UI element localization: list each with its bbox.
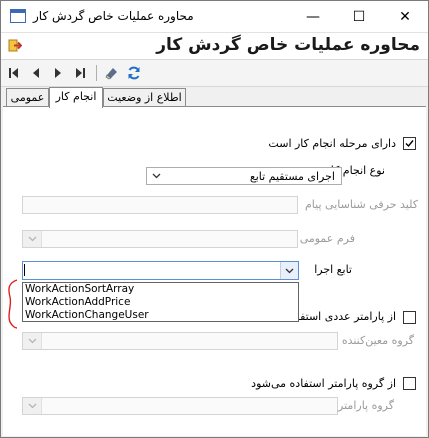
- work-type-value: اجرای مستقیم تابع: [249, 170, 335, 183]
- tab-work-execution[interactable]: انجام کار: [49, 87, 103, 108]
- dropdown-option[interactable]: WorkActionChangeUser: [23, 309, 298, 322]
- param-group-label: گروه پارامتر: [338, 399, 394, 412]
- minimize-icon: —: [306, 8, 320, 25]
- param-group-used-label: از گروه پارامتر استفاده می‌شود: [251, 377, 396, 390]
- chevron-down-icon[interactable]: [23, 398, 42, 414]
- maximize-button[interactable]: ☐: [336, 1, 382, 32]
- header-strip: محاوره عملیات خاص گردش کار: [1, 32, 428, 59]
- text-caret: [24, 264, 25, 276]
- minimize-button[interactable]: —: [290, 1, 336, 32]
- dropdown-option[interactable]: WorkActionAddPrice: [23, 296, 298, 309]
- general-form-label: فرم عمومی: [299, 232, 355, 245]
- param-group-select[interactable]: [22, 397, 338, 415]
- numeric-param-checkbox[interactable]: [403, 311, 416, 324]
- tab-strip: عمومی انجام کار اطلاع از وضعیت: [1, 87, 428, 108]
- chevron-down-icon[interactable]: [147, 168, 165, 184]
- dialog-window: محاوره عملیات خاص گردش کار — ☐ ✕ محاوره …: [0, 0, 429, 438]
- chevron-down-icon[interactable]: [23, 231, 42, 247]
- message-key-label: کلید حرفی شناسایی پیام: [305, 198, 418, 211]
- annotation-bracket: [8, 279, 18, 329]
- next-record-icon[interactable]: [50, 65, 66, 81]
- maximize-icon: ☐: [352, 8, 366, 25]
- numeric-param-label: از پارامتر عددی استفاده: [286, 310, 396, 323]
- refresh-icon[interactable]: [126, 65, 142, 81]
- param-group-checkbox[interactable]: [403, 377, 416, 390]
- group-determiner-label: گروه معین‌کننده: [341, 334, 414, 347]
- has-work-stage-checkbox[interactable]: [403, 137, 416, 150]
- toolbar-separator: [96, 65, 97, 81]
- clear-icon[interactable]: [104, 65, 120, 81]
- dropdown-option[interactable]: WorkActionSortArray: [23, 283, 298, 296]
- general-form-select[interactable]: [22, 230, 298, 248]
- tab-general[interactable]: عمومی: [6, 88, 49, 106]
- close-icon: ✕: [399, 8, 411, 25]
- work-type-select[interactable]: اجرای مستقیم تابع: [146, 167, 342, 185]
- execute-function-dropdown: WorkActionSortArray WorkActionAddPrice W…: [22, 282, 299, 322]
- tab-status-notification[interactable]: اطلاع از وضعیت: [103, 88, 186, 106]
- title-bar: محاوره عملیات خاص گردش کار — ☐ ✕: [1, 1, 428, 32]
- previous-record-icon[interactable]: [28, 65, 44, 81]
- chevron-down-icon[interactable]: [23, 333, 42, 349]
- app-window-icon: [10, 9, 26, 23]
- close-button[interactable]: ✕: [382, 1, 428, 32]
- has-work-stage-label: دارای مرحله انجام کار است: [268, 137, 396, 150]
- exit-icon[interactable]: [8, 39, 22, 52]
- checkmark-icon: [405, 140, 414, 148]
- execute-function-select[interactable]: [22, 261, 299, 280]
- header-title: محاوره عملیات خاص گردش کار: [156, 35, 420, 55]
- group-determiner-select[interactable]: [22, 332, 338, 350]
- window-title: محاوره عملیات خاص گردش کار: [33, 9, 194, 23]
- first-record-icon[interactable]: [6, 65, 22, 81]
- execute-function-label: تابع اجرا: [314, 263, 352, 276]
- last-record-icon[interactable]: [72, 65, 88, 81]
- record-toolbar: [1, 59, 428, 87]
- message-key-input[interactable]: [22, 196, 298, 214]
- chevron-down-icon[interactable]: [280, 262, 298, 279]
